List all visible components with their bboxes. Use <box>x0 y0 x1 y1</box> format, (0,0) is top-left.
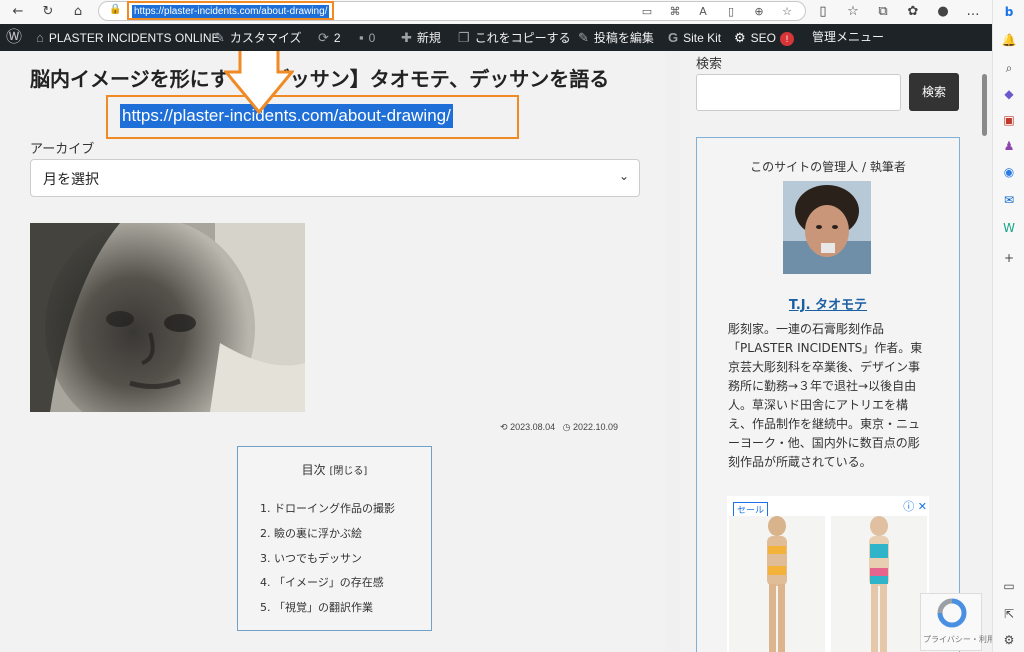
favorites-icon[interactable]: ☆ <box>843 2 863 22</box>
games-icon[interactable]: ♟ <box>1000 138 1018 154</box>
seo-gear-icon: ⚙ <box>734 30 746 45</box>
toc-item[interactable]: 1. ドローイング作品の撮影 <box>260 500 395 516</box>
recaptcha-badge[interactable]: プライバシー・利用規約 <box>920 593 1011 651</box>
admin-customize[interactable]: ✎ カスタマイズ <box>214 24 302 51</box>
home-icon[interactable]: ⌂ <box>68 2 88 22</box>
wp-admin-bar: Ⓦ ⌂ PLASTER INCIDENTS ONLINE ✎ カスタマイズ ⟳ 2 ▪… <box>0 24 992 51</box>
profile-heading: このサイトの管理人 / 執筆者 <box>750 160 906 174</box>
recaptcha-logo-icon <box>937 598 967 628</box>
author-name-link[interactable]: T.J. タオモテ <box>697 294 959 313</box>
admin-edit-post[interactable]: ✎ 投稿を編集 <box>578 24 654 51</box>
toc-item[interactable]: 5. 「視覚」の翻訳作業 <box>260 599 373 615</box>
open-external-icon[interactable]: ⇱ <box>1000 606 1018 622</box>
favorite-star-icon[interactable]: ☆ <box>779 5 795 18</box>
back-arrow-icon[interactable]: ← <box>8 2 28 22</box>
month-select-value: 月を選択 <box>43 172 99 188</box>
scrollbar-thumb[interactable] <box>982 74 987 136</box>
immersive-reader-icon[interactable]: ▯ <box>723 5 739 18</box>
app-available-icon[interactable]: ▭ <box>639 5 655 18</box>
read-aloud-icon[interactable]: A <box>695 5 711 18</box>
add-icon[interactable]: + <box>1000 250 1018 266</box>
search-input[interactable] <box>696 74 901 111</box>
google-g-icon: G <box>668 30 679 45</box>
chevron-down-icon: ⌄ <box>618 169 629 183</box>
down-arrow-annotation <box>224 51 294 115</box>
avatar <box>783 181 871 274</box>
author-bio: 彫刻家。一連の石膏彫刻作品「PLASTER INCIDENTS」作者。東京芸大彫… <box>728 322 923 469</box>
page-scrollbar[interactable] <box>978 51 992 652</box>
admin-seo[interactable]: ⚙ SEO! <box>734 24 794 51</box>
updated-icon: ⟲ <box>500 422 508 432</box>
toc-title: 目次 <box>301 463 326 477</box>
plus-icon: ✚ <box>401 30 412 45</box>
briefcase-icon[interactable]: ▣ <box>1000 112 1018 128</box>
page-content: 脳内イメージを形にする【デッサン】タオモテ、デッサンを語る https://pl… <box>0 51 992 652</box>
admin-updates[interactable]: ⟳ 2 <box>318 24 341 51</box>
bing-chat-icon[interactable]: b <box>1000 4 1018 20</box>
lock-icon[interactable]: 🔒 <box>109 4 121 15</box>
office-icon[interactable]: ◉ <box>1000 164 1018 180</box>
search-label: 検索 <box>696 57 723 72</box>
home-dashboard-icon: ⌂ <box>36 30 44 45</box>
zoom-icon[interactable]: ⊕ <box>751 5 767 18</box>
charcoal-drawing-image <box>30 223 305 412</box>
shopping-icon[interactable]: W <box>1000 220 1018 236</box>
collections-icon[interactable]: ⧉ <box>873 2 893 22</box>
toc-item[interactable]: 4. 「イメージ」の存在感 <box>260 574 384 590</box>
admin-site-kit[interactable]: G Site Kit <box>668 24 721 51</box>
updates-icon: ⟳ <box>318 30 329 45</box>
table-of-contents: 目次 [閉じる] 1. ドローイング作品の撮影 2. 瞼の裏に浮かぶ絵 3. い… <box>237 446 432 631</box>
admin-comments[interactable]: ▪ 0 <box>359 24 375 51</box>
toc-header: 目次 [閉じる] <box>238 461 431 478</box>
archive-label: アーカイブ <box>30 142 95 157</box>
bell-icon[interactable]: 🔔 <box>1000 32 1018 48</box>
split-screen-icon[interactable]: ▯ <box>813 2 833 22</box>
outlook-icon[interactable]: ✉ <box>1000 192 1018 208</box>
admin-menu[interactable]: 管理メニュー <box>812 24 884 51</box>
refresh-icon[interactable]: ↻ <box>38 2 58 22</box>
admin-copy[interactable]: ❐ これをコピーする <box>458 24 571 51</box>
wordpress-logo-icon[interactable]: Ⓦ <box>6 24 27 51</box>
toc-item[interactable]: 2. 瞼の裏に浮かぶ絵 <box>260 525 362 541</box>
extensions-icon[interactable]: ✿ <box>903 2 923 22</box>
hide-sidebar-icon[interactable]: ▭ <box>1000 578 1018 594</box>
post-dates: ⟲ 2023.08.04 ◷ 2022.10.09 <box>500 422 618 433</box>
toc-item[interactable]: 3. いつでもデッサン <box>260 550 362 566</box>
sidebar: 検索 検索 このサイトの管理人 / 執筆者 T.J. タオモテ 彫刻家。一連の石… <box>680 51 992 652</box>
published-date: 2022.10.09 <box>573 422 619 432</box>
comment-icon: ▪ <box>359 30 364 45</box>
url-highlight-box <box>127 1 334 20</box>
search-icon[interactable]: ⌕ <box>1000 60 1018 76</box>
main-column: 脳内イメージを形にする【デッサン】タオモテ、デッサンを語る https://pl… <box>0 51 665 652</box>
toc-close-toggle[interactable]: [閉じる] <box>330 466 368 477</box>
profile-icon[interactable]: ● <box>933 2 953 22</box>
admin-new[interactable]: ✚ 新規 <box>401 24 441 51</box>
published-icon: ◷ <box>562 422 571 432</box>
brush-icon: ✎ <box>214 30 225 45</box>
edge-sidebar: b 🔔 ⌕ ◆ ▣ ♟ ◉ ✉ W + ▭ ⇱ ⚙ <box>992 0 1024 652</box>
search-button[interactable]: 検索 <box>909 73 959 111</box>
profile-widget: このサイトの管理人 / 執筆者 T.J. タオモテ 彫刻家。一連の石膏彫刻作品「… <box>696 137 960 652</box>
pencil-icon: ✎ <box>578 30 589 45</box>
apps-icon[interactable]: ⌘ <box>667 5 683 18</box>
admin-site-name[interactable]: ⌂ PLASTER INCIDENTS ONLINE <box>36 24 220 51</box>
month-select[interactable]: 月を選択 ⌄ <box>30 159 640 197</box>
advertisement[interactable]: セール ⓘ ✕ <box>727 496 929 652</box>
seo-notification-badge: ! <box>780 32 794 46</box>
tag-icon[interactable]: ◆ <box>1000 86 1018 102</box>
more-icon[interactable]: … <box>963 2 983 22</box>
post-title: 脳内イメージを形にする【デッサン】タオモテ、デッサンを語る <box>30 67 610 91</box>
updated-date: 2023.08.04 <box>510 422 556 432</box>
copy-icon: ❐ <box>458 30 470 45</box>
settings-icon[interactable]: ⚙ <box>1000 632 1018 648</box>
link-highlight-box <box>106 95 519 139</box>
